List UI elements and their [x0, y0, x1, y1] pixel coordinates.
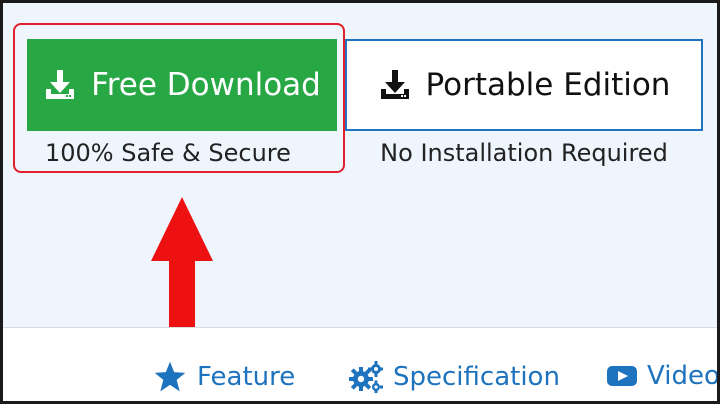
portable-edition-caption: No Installation Required	[380, 139, 668, 167]
video-play-icon	[607, 363, 637, 389]
free-download-button[interactable]: Free Download	[27, 39, 337, 131]
tab-feature-label: Feature	[197, 362, 296, 392]
tab-specification-label: Specification	[393, 362, 560, 392]
tab-video[interactable]: Video	[607, 361, 720, 391]
tab-navigation: Feature Specification Video	[3, 328, 717, 401]
tab-feature[interactable]: Feature	[153, 361, 295, 393]
download-section: Free Download Portable Edition 100% Safe…	[3, 3, 717, 331]
portable-edition-button[interactable]: Portable Edition	[345, 39, 703, 131]
free-download-label: Free Download	[91, 67, 321, 103]
download-icon	[43, 68, 77, 102]
free-download-caption: 100% Safe & Secure	[45, 139, 291, 167]
screenshot-frame: Free Download Portable Edition 100% Safe…	[0, 0, 720, 404]
star-icon	[153, 361, 187, 393]
portable-edition-label: Portable Edition	[425, 67, 671, 103]
tab-video-label: Video	[647, 361, 720, 391]
gears-icon	[349, 361, 383, 393]
annotation-up-arrow	[151, 197, 213, 331]
download-icon	[378, 68, 412, 102]
tab-specification[interactable]: Specification	[349, 361, 560, 393]
